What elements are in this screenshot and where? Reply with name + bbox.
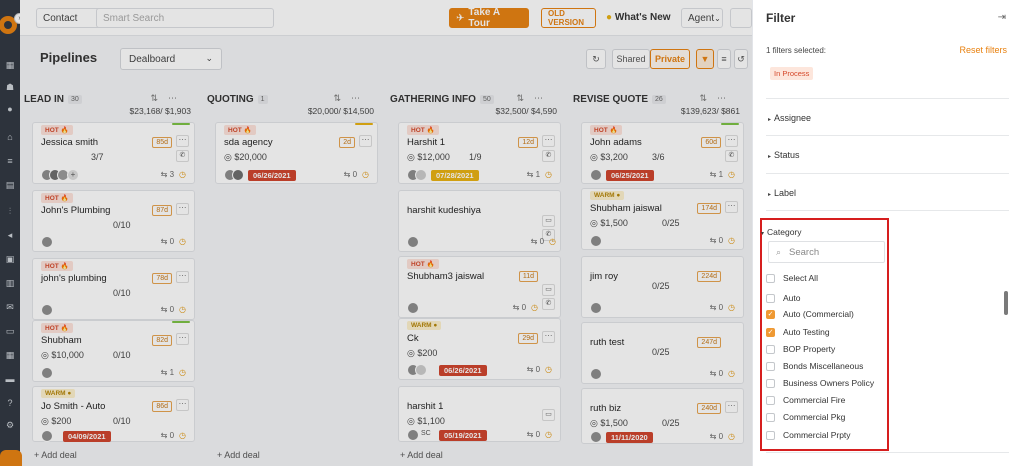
category-option[interactable]: Commercial Prpty <box>766 428 851 442</box>
option-label: Auto (Commercial) <box>783 309 854 319</box>
category-option[interactable]: Commercial Pkg <box>766 410 845 424</box>
category-option[interactable]: Select All <box>766 271 818 285</box>
filter-section-label[interactable]: ▸ Label <box>766 173 1009 210</box>
category-option[interactable]: Commercial Fire <box>766 393 845 407</box>
filter-section-status[interactable]: ▸ Status <box>766 135 1009 172</box>
option-label: Commercial Fire <box>783 395 846 405</box>
category-search-input[interactable]: ⌕ Search <box>768 241 885 263</box>
category-option[interactable]: ✓ Auto Testing <box>766 325 830 339</box>
filter-section-category[interactable]: ▾ Category <box>761 227 802 237</box>
checkbox[interactable] <box>766 361 775 371</box>
modal-backdrop[interactable] <box>0 0 752 466</box>
panel-scrollbar[interactable] <box>1004 291 1008 315</box>
checkbox[interactable] <box>766 378 775 388</box>
option-label: Auto <box>783 293 801 303</box>
checkbox[interactable] <box>766 273 775 283</box>
option-label: Auto Testing <box>783 327 830 337</box>
section-divider <box>766 452 1009 453</box>
filter-section-assignee[interactable]: ▸ Assignee <box>766 98 1009 135</box>
checkbox[interactable] <box>766 412 775 422</box>
caret-right-icon: ▸ <box>768 154 772 160</box>
checkbox-checked[interactable]: ✓ <box>766 309 775 319</box>
option-label: BOP Property <box>783 344 836 354</box>
checkbox[interactable] <box>766 395 775 405</box>
filter-panel: Filter ⇥ 1 filters selected: Reset filte… <box>752 0 1024 466</box>
section-label: ▸ Status <box>768 150 800 160</box>
caret-right-icon: ▸ <box>768 117 772 123</box>
checkbox[interactable] <box>766 430 775 440</box>
search-icon: ⌕ <box>776 247 782 257</box>
section-label: ▸ Assignee <box>768 113 812 123</box>
section-divider <box>766 210 1009 211</box>
category-option[interactable]: BOP Property <box>766 342 835 356</box>
category-option[interactable]: Bonds Miscellaneous <box>766 359 863 373</box>
section-label: ▸ Label <box>768 188 797 198</box>
category-option[interactable]: Auto <box>766 291 801 305</box>
option-label: Commercial Prpty <box>783 430 851 440</box>
option-label: Commercial Pkg <box>783 412 846 422</box>
filters-selected-info: 1 filters selected: <box>766 46 827 55</box>
active-filter-chip[interactable]: In Process <box>770 67 814 80</box>
reset-filters-link[interactable]: Reset filters <box>959 45 1007 55</box>
checkbox[interactable] <box>766 293 775 303</box>
option-label: Business Owners Policy <box>783 378 875 388</box>
caret-right-icon: ▸ <box>768 192 772 198</box>
collapse-panel-icon[interactable]: ⇥ <box>998 12 1006 23</box>
filter-title: Filter <box>766 11 796 25</box>
option-label: Bonds Miscellaneous <box>783 361 864 371</box>
checkbox-checked[interactable]: ✓ <box>766 327 775 337</box>
category-search-placeholder: Search <box>789 247 820 258</box>
option-label: Select All <box>783 273 818 283</box>
category-option[interactable]: ✓ Auto (Commercial) <box>766 307 854 321</box>
category-option[interactable]: Business Owners Policy <box>766 376 874 390</box>
checkbox[interactable] <box>766 344 775 354</box>
caret-down-icon: ▾ <box>761 231 765 237</box>
